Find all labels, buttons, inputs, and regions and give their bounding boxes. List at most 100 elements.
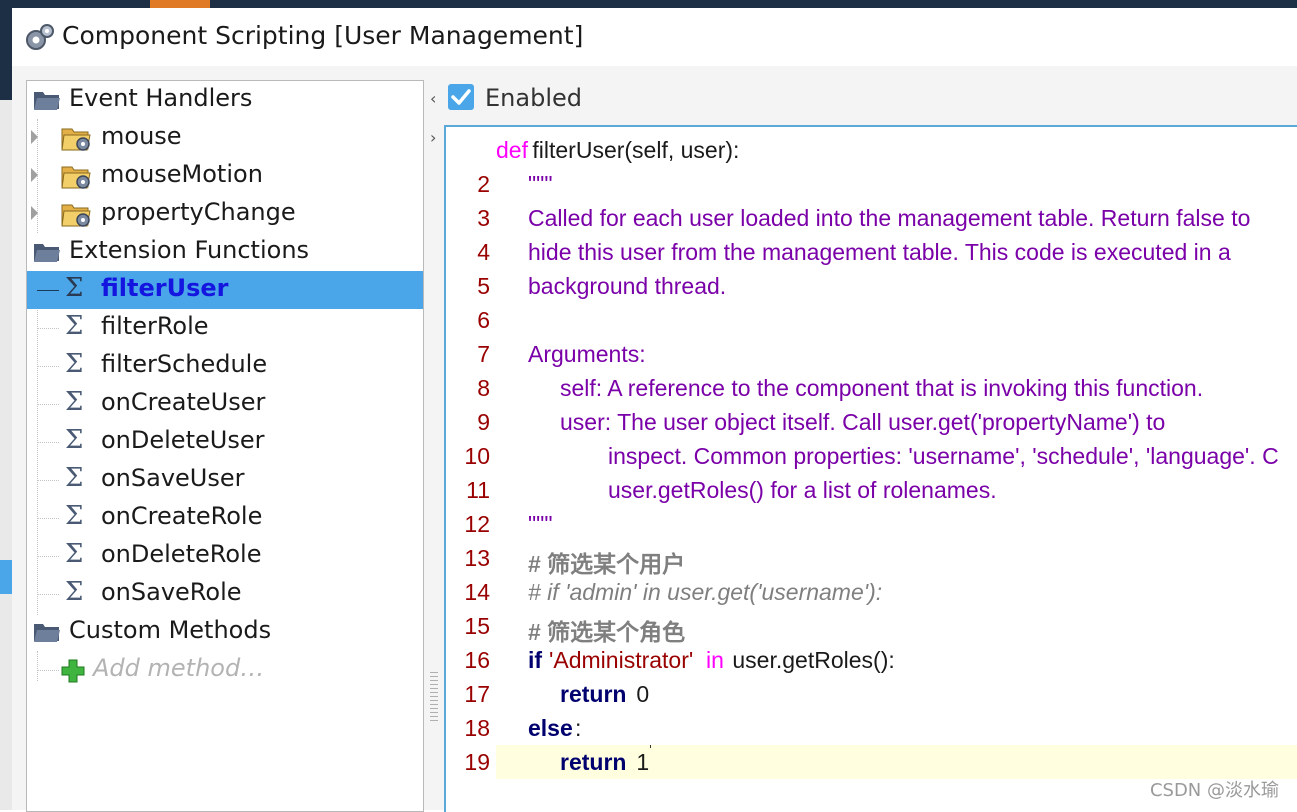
code-line: # 筛选某个角色 [496,609,1297,645]
docstring: user.getRoles() for a list of rolenames. [608,477,997,503]
code-line: self: A reference to the component that … [496,371,1297,405]
code-text: : [575,715,582,741]
expand-arrow-icon[interactable] [31,130,38,144]
tree-folder-label: Event Handlers [69,84,253,112]
code-text: user.getRoles(): [726,647,895,673]
tree-item-filteruser[interactable]: Σ filterUser [27,271,423,309]
code-line: inspect. Common properties: 'username', … [496,439,1297,473]
line-number: 2 [477,171,490,197]
docstring: Arguments: [528,341,646,367]
add-method-item[interactable]: Add method… [27,651,423,689]
expand-arrow-icon[interactable] [31,206,38,220]
tree-item-filterrole[interactable]: Σ filterRole [27,309,423,347]
code-editor[interactable]: 2 3 4 5 6 7 8 9 10 11 12 13 14 15 16 17 … [444,125,1297,812]
folder-open-icon [34,92,60,110]
tree-item-mousemotion[interactable]: mouseMotion [27,157,423,195]
text-cursor [650,745,651,748]
code-line: # 筛选某个用户 [496,541,1297,577]
tree-item-label: mouse [101,122,182,150]
add-method-label: Add method… [93,654,265,682]
tree-folder-event-handlers[interactable]: Event Handlers [27,81,423,119]
line-number: 14 [464,579,490,605]
code-text: filterUser(self, user): [526,137,740,163]
tree-item-onsaverole[interactable]: Σ onSaveRole [27,575,423,613]
expand-arrow-icon[interactable] [31,168,38,182]
tree-connector [37,480,59,481]
background-app-highlight [0,560,12,594]
add-plus-icon [61,659,85,683]
function-sigma-icon: Σ [65,311,84,341]
code-line: def filterUser(self, user): [496,133,1297,167]
code-text: 1 [630,749,650,775]
script-tree[interactable]: Event Handlers mouse mouseMotion propert… [26,80,424,812]
tree-connector [37,442,59,443]
tree-connector [37,594,59,595]
line-number: 6 [477,307,490,333]
code-line: Arguments: [496,337,1297,371]
tree-item-onsaveuser[interactable]: Σ onSaveUser [27,461,423,499]
checkmark-icon [451,89,471,105]
folder-open-icon [34,244,60,262]
tree-item-label: onCreateRole [101,502,263,530]
tree-item-label: filterUser [101,274,229,302]
docstring: user: The user object itself. Call user.… [560,409,1166,435]
tree-item-filterschedule[interactable]: Σ filterSchedule [27,347,423,385]
line-number: 19 [464,749,490,775]
line-number: 8 [477,375,490,401]
comment: # if 'admin' in user.get('username'): [528,579,883,605]
tree-item-oncreaterole[interactable]: Σ onCreateRole [27,499,423,537]
tree-item-label: onDeleteRole [101,540,262,568]
line-number: 12 [464,511,490,537]
tree-item-ondeleterole[interactable]: Σ onDeleteRole [27,537,423,575]
window-title: Component Scripting [User Management] [62,21,584,50]
tree-connector [37,328,59,329]
splitter-grip[interactable] [430,672,438,722]
tree-connector [37,670,59,671]
tree-item-label: mouseMotion [101,160,263,188]
folder-gear-icon [61,166,91,189]
tree-item-label: onCreateUser [101,388,266,416]
tree-folder-label: Custom Methods [69,616,272,644]
comment: # 筛选某个用户 [528,551,686,577]
folder-gear-icon [61,204,91,227]
tree-folder-extension-functions[interactable]: Extension Functions [27,233,423,271]
line-number: 5 [477,273,490,299]
keyword: def [496,137,528,163]
tree-item-ondeleteuser[interactable]: Σ onDeleteUser [27,423,423,461]
tree-folder-label: Extension Functions [69,236,310,264]
expand-right-arrow-icon[interactable]: › [430,128,436,147]
background-app-header [0,0,1297,8]
code-line: """ [496,167,1297,201]
title-bar: Component Scripting [User Management] [12,8,1297,66]
enabled-label: Enabled [485,84,582,112]
gears-icon [26,24,54,50]
line-number: 10 [464,443,490,469]
line-number: 16 [464,647,490,673]
code-line: background thread. [496,269,1297,303]
tree-connector [37,518,59,519]
tree-item-label: filterSchedule [101,350,268,378]
code-text-area[interactable]: def filterUser(self, user): """ Called f… [496,127,1297,812]
tree-folder-custom-methods[interactable]: Custom Methods [27,613,423,651]
collapse-left-arrow-icon[interactable]: ‹ [430,89,436,108]
tree-item-propertychange[interactable]: propertyChange [27,195,423,233]
tree-connector [37,556,59,557]
line-number: 7 [477,341,490,367]
tree-item-label: propertyChange [101,198,296,226]
code-line: user: The user object itself. Call user.… [496,405,1297,439]
line-number: 13 [464,545,490,571]
line-number: 11 [466,477,490,503]
code-text: 0 [630,681,650,707]
tree-item-mouse[interactable]: mouse [27,119,423,157]
line-number: 17 [464,681,490,707]
folder-gear-icon [61,128,91,151]
tree-item-label: filterRole [101,312,209,340]
enabled-checkbox[interactable] [448,84,474,110]
code-line: hide this user from the management table… [496,235,1297,269]
line-number: 3 [477,205,490,231]
function-sigma-icon: Σ [65,387,84,417]
tree-item-oncreateuser[interactable]: Σ onCreateUser [27,385,423,423]
keyword: return [560,749,627,775]
code-line-current: return 1 [496,745,1297,779]
